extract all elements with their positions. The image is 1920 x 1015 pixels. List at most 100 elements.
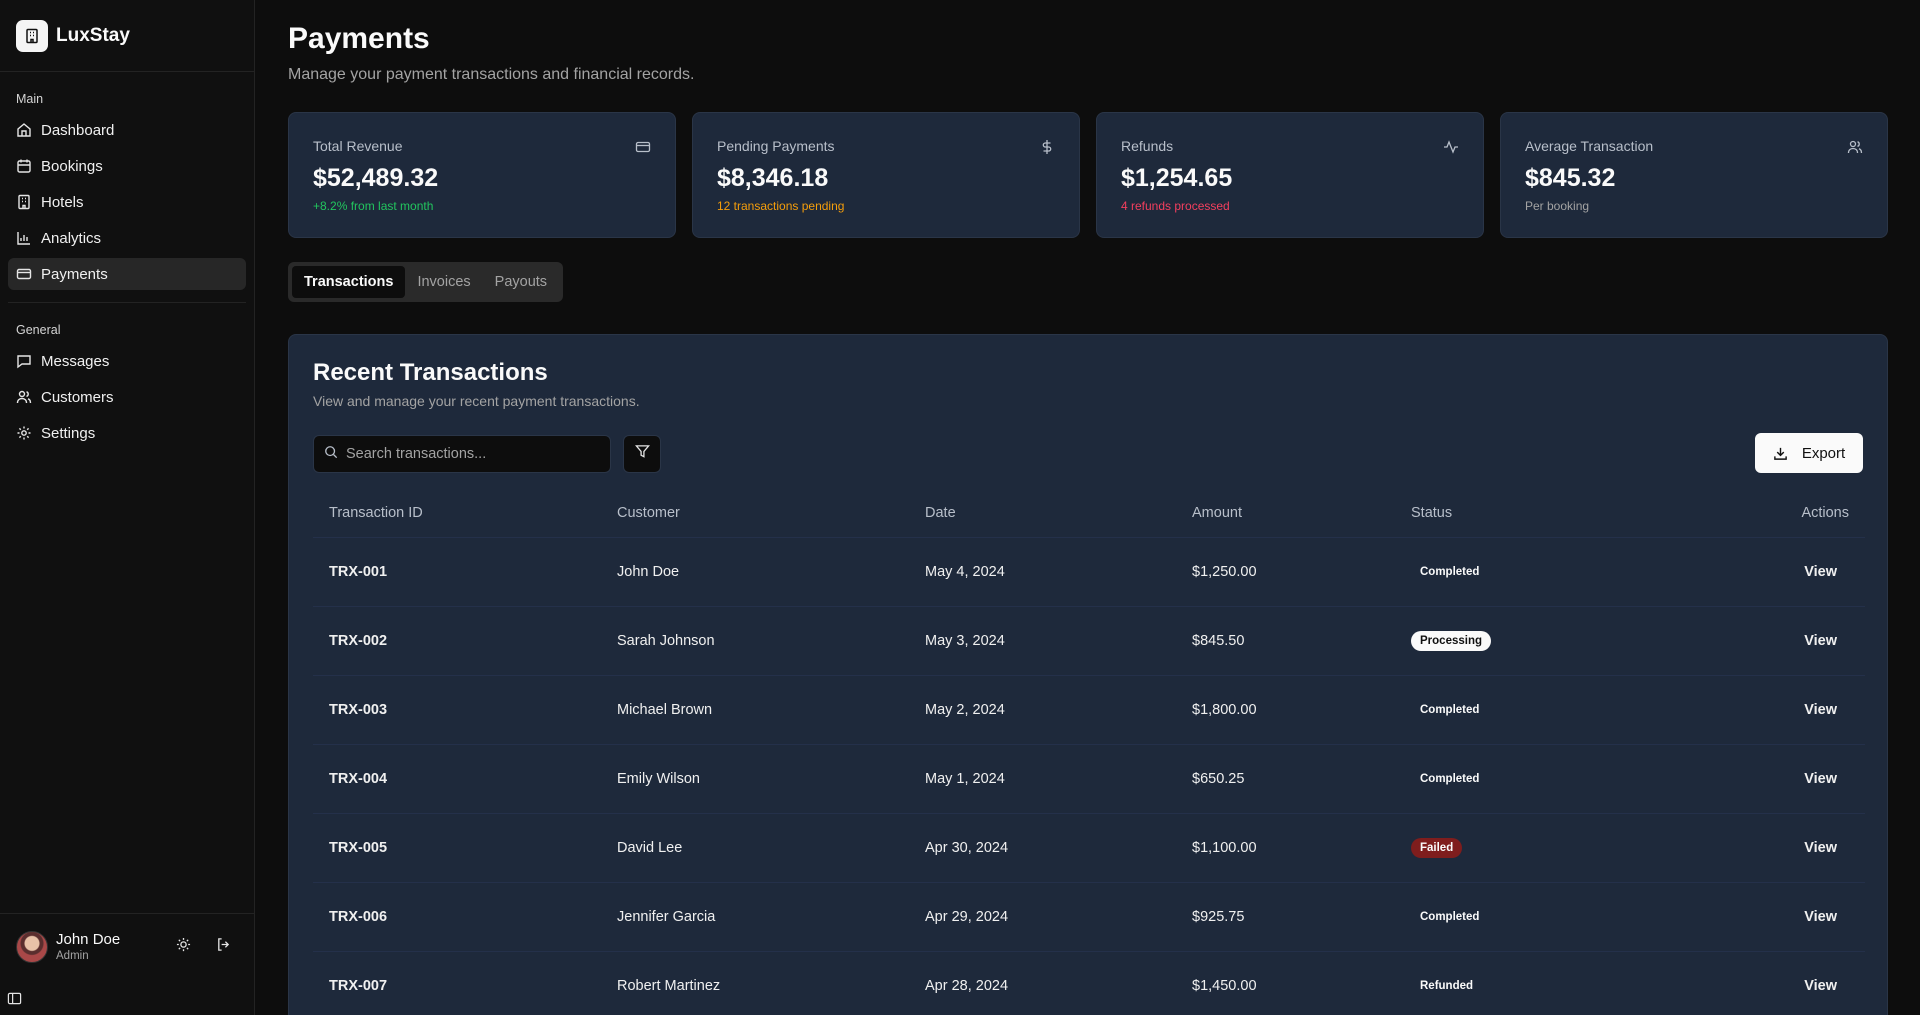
status-badge: Completed: [1420, 703, 1480, 716]
table-row[interactable]: TRX-004 Emily Wilson May 1, 2024 $650.25…: [313, 743, 1865, 813]
building-icon: [16, 194, 32, 210]
sidebar-item-label: Settings: [41, 424, 96, 442]
brand[interactable]: LuxStay: [0, 0, 254, 72]
stat-label: Average Transaction: [1525, 138, 1654, 154]
payments-tabs: Transactions Invoices Payouts: [288, 262, 564, 302]
logout-icon: [216, 937, 231, 957]
transaction-date: May 1, 2024: [909, 743, 1176, 813]
brand-name: LuxStay: [56, 24, 130, 46]
sidebar-item-customers[interactable]: Customers: [8, 381, 246, 413]
stat-label: Refunds: [1121, 138, 1174, 154]
table-row[interactable]: TRX-006 Jennifer Garcia Apr 29, 2024 $92…: [313, 881, 1865, 951]
table-row[interactable]: TRX-007 Robert Martinez Apr 28, 2024 $1,…: [313, 950, 1865, 1015]
panel-title: Recent Transactions: [313, 359, 548, 386]
search-box: [313, 435, 611, 473]
sidebar-item-label: Payments: [41, 265, 108, 283]
column-header-transaction-id[interactable]: Transaction ID: [313, 489, 601, 537]
sidebar-item-label: Messages: [41, 352, 110, 370]
transaction-amount: $1,800.00: [1176, 674, 1395, 744]
table-row[interactable]: TRX-002 Sarah Johnson May 3, 2024 $845.5…: [313, 605, 1865, 675]
stat-value: $52,489.32: [313, 164, 439, 192]
gear-icon: [16, 425, 32, 441]
table-row[interactable]: TRX-003 Michael Brown May 2, 2024 $1,800…: [313, 674, 1865, 744]
export-label: Export: [1801, 444, 1846, 462]
dollar-icon: [1039, 139, 1055, 155]
download-icon: [1773, 446, 1788, 461]
user-name: John Doe: [56, 931, 121, 948]
transaction-date: May 2, 2024: [909, 674, 1176, 744]
sidebar-item-dashboard[interactable]: Dashboard: [8, 114, 246, 146]
sidebar-item-settings[interactable]: Settings: [8, 417, 246, 449]
transaction-id: TRX-006: [313, 881, 601, 951]
sidebar-item-label: Hotels: [41, 193, 84, 211]
sidebar: LuxStay Main Dashboard Bookings Hotels A…: [0, 0, 255, 1015]
column-header-actions: Actions: [1801, 504, 1849, 521]
avatar[interactable]: [16, 930, 48, 963]
stat-value: $1,254.65: [1121, 164, 1233, 192]
tab-transactions[interactable]: Transactions: [292, 266, 406, 298]
transaction-date: Apr 28, 2024: [909, 950, 1176, 1015]
transaction-date: May 3, 2024: [909, 605, 1176, 675]
column-header-status[interactable]: Status: [1395, 489, 1655, 537]
customer-name: Michael Brown: [601, 674, 909, 744]
status-badge: Failed: [1411, 837, 1463, 858]
sidebar-item-hotels[interactable]: Hotels: [8, 186, 246, 218]
transaction-amount: $925.75: [1176, 881, 1395, 951]
view-button[interactable]: View: [1804, 771, 1837, 787]
filter-button[interactable]: [623, 435, 661, 473]
tab-invoices[interactable]: Invoices: [405, 266, 482, 298]
sun-icon: [176, 937, 191, 957]
stat-note: +8.2% from last month: [313, 199, 434, 213]
stat-value: $8,346.18: [717, 164, 829, 192]
panel-left-icon: [7, 991, 22, 1011]
column-header-amount[interactable]: Amount: [1176, 489, 1395, 537]
message-icon: [16, 353, 32, 369]
view-button[interactable]: View: [1804, 564, 1837, 580]
column-header-customer[interactable]: Customer: [601, 489, 909, 537]
customer-name: Sarah Johnson: [601, 605, 909, 675]
tab-payouts[interactable]: Payouts: [483, 266, 559, 298]
table-header-row: Transaction ID Customer Date Amount Stat…: [313, 489, 1865, 537]
transaction-amount: $650.25: [1176, 743, 1395, 813]
status-badge: Processing: [1411, 630, 1491, 651]
stat-card-average-transaction: Average Transaction $845.32 Per booking: [1500, 112, 1888, 238]
logout-button[interactable]: [211, 935, 235, 959]
sidebar-item-messages[interactable]: Messages: [8, 345, 246, 377]
search-input[interactable]: [346, 446, 596, 462]
nav-main: Main Dashboard Bookings Hotels Analytics…: [0, 88, 254, 290]
table-row[interactable]: TRX-001 John Doe May 4, 2024 $1,250.00 C…: [313, 536, 1865, 606]
user-role: Admin: [56, 950, 89, 962]
transaction-id: TRX-007: [313, 950, 601, 1015]
stats-cards: Total Revenue $52,489.32 +8.2% from last…: [288, 112, 1888, 238]
page-subtitle: Manage your payment transactions and fin…: [288, 66, 695, 83]
panel-subtitle: View and manage your recent payment tran…: [313, 393, 640, 409]
view-button[interactable]: View: [1804, 909, 1837, 925]
sidebar-item-payments[interactable]: Payments: [8, 258, 246, 290]
stat-value: $845.32: [1525, 164, 1616, 192]
customer-name: John Doe: [601, 536, 909, 606]
transaction-id: TRX-005: [313, 812, 601, 882]
sidebar-item-label: Analytics: [41, 229, 102, 247]
users-icon: [16, 389, 32, 405]
nav-general: General Messages Customers Settings: [0, 319, 254, 449]
view-button[interactable]: View: [1804, 840, 1837, 856]
user-profile[interactable]: John Doe Admin: [0, 913, 255, 979]
sidebar-toggle-button[interactable]: [6, 991, 22, 1011]
view-button[interactable]: View: [1804, 978, 1837, 994]
status-badge: Completed: [1420, 565, 1480, 578]
transaction-amount: $1,250.00: [1176, 536, 1395, 606]
column-header-date[interactable]: Date: [909, 489, 1176, 537]
nav-divider: [8, 302, 246, 303]
export-button[interactable]: Export: [1755, 433, 1863, 473]
theme-toggle-button[interactable]: [171, 935, 195, 959]
bar-chart-icon: [16, 230, 32, 246]
transaction-amount: $845.50: [1176, 605, 1395, 675]
view-button[interactable]: View: [1804, 633, 1837, 649]
hotel-logo-icon: [16, 19, 48, 52]
sidebar-item-label: Bookings: [41, 157, 103, 175]
sidebar-item-analytics[interactable]: Analytics: [8, 222, 246, 254]
table-row[interactable]: TRX-005 David Lee Apr 30, 2024 $1,100.00…: [313, 812, 1865, 882]
view-button[interactable]: View: [1804, 702, 1837, 718]
sidebar-item-bookings[interactable]: Bookings: [8, 150, 246, 182]
home-icon: [16, 122, 32, 138]
